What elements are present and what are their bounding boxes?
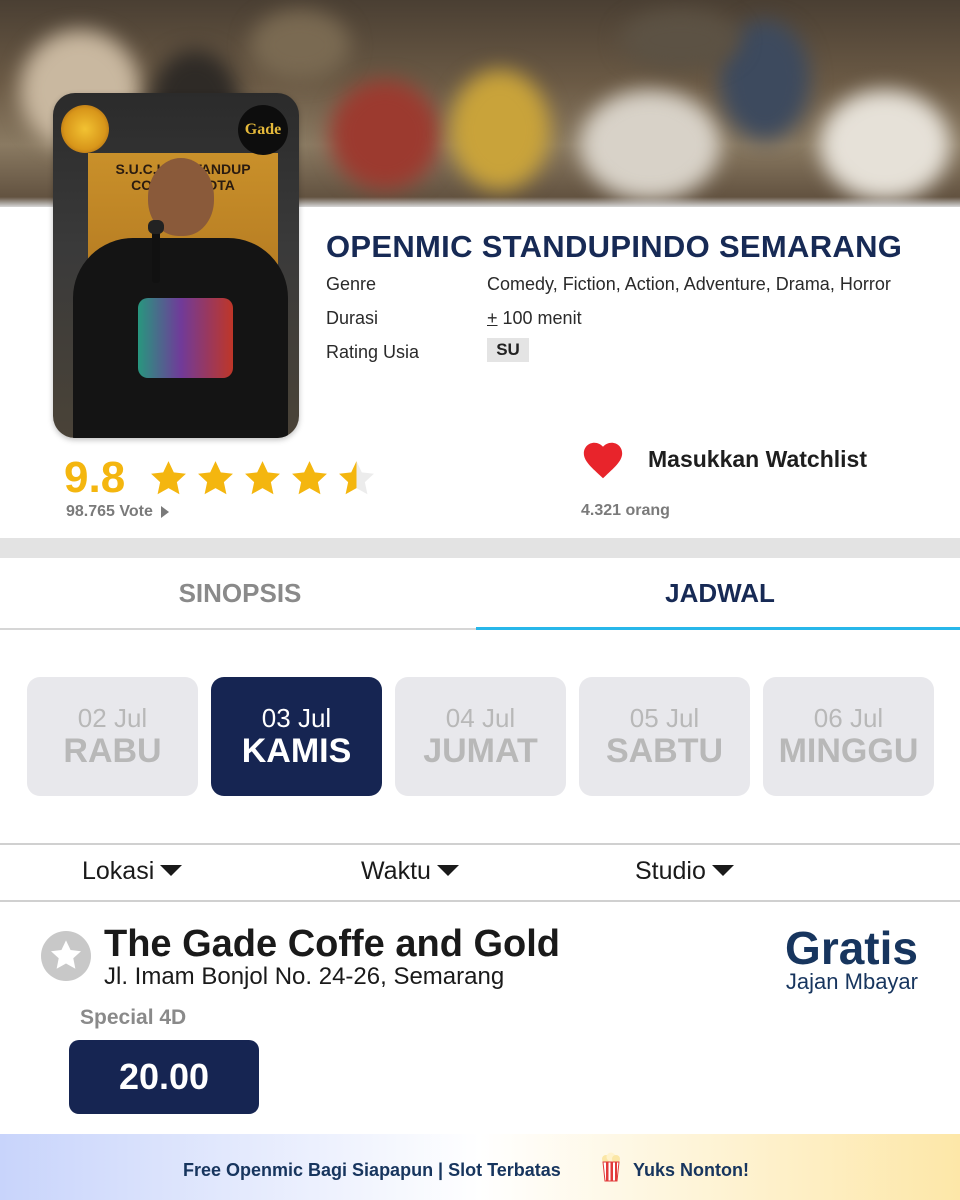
- section-divider: [0, 538, 960, 558]
- half-star-icon: [339, 461, 374, 495]
- duration-value: + 100 menit: [487, 308, 582, 328]
- date-label: 02 Jul: [77, 703, 148, 733]
- star-rating: [148, 458, 377, 499]
- venue-name: The Gade Coffe and Gold: [104, 923, 561, 965]
- chevron-down-icon: [711, 864, 734, 876]
- star-icon: [292, 461, 327, 495]
- location-filter[interactable]: Lokasi: [82, 857, 183, 886]
- date-card-sabtu[interactable]: 05 Jul SABTU: [579, 677, 750, 796]
- watchlist-count: 4.321 orang: [581, 502, 670, 519]
- tab-active-indicator: [476, 627, 960, 630]
- day-label: KAMIS: [241, 732, 352, 770]
- day-label: MINGGU: [778, 732, 919, 770]
- price-label: Gratis: [785, 922, 918, 974]
- time-filter[interactable]: Waktu: [361, 857, 459, 886]
- genre-label: Genre: [326, 274, 377, 294]
- date-label: 05 Jul: [629, 703, 700, 733]
- day-label: RABU: [63, 732, 162, 770]
- gade-logo: Gade: [238, 105, 288, 155]
- filter-divider-top: [0, 843, 960, 845]
- date-label: 06 Jul: [813, 703, 884, 733]
- star-icon: [198, 461, 233, 495]
- caret-right-icon: [160, 505, 169, 518]
- popcorn-icon: [602, 1152, 620, 1182]
- date-label: 03 Jul: [261, 703, 332, 733]
- watchlist-button[interactable]: Masukkan Watchlist: [648, 446, 867, 473]
- score-value: 9.8: [64, 453, 126, 502]
- showtime-button[interactable]: 20.00: [69, 1040, 259, 1114]
- star-icon: [245, 461, 280, 495]
- date-card-minggu[interactable]: 06 Jul MINGGU: [763, 677, 934, 796]
- tab-sinopsis[interactable]: SINOPSIS: [0, 578, 480, 609]
- rating-badge: SU: [487, 338, 529, 362]
- heart-icon[interactable]: [580, 437, 626, 483]
- genre-value: Comedy, Fiction, Action, Adventure, Dram…: [487, 274, 891, 294]
- day-label: JUMAT: [423, 732, 538, 770]
- day-label: SABTU: [605, 732, 724, 770]
- star-icon: [151, 461, 186, 495]
- date-label: 04 Jul: [445, 703, 516, 733]
- duration-plus-minus: +: [487, 308, 498, 328]
- price-note: Jajan Mbayar: [785, 969, 918, 994]
- date-card-jumat[interactable]: 04 Jul JUMAT: [395, 677, 566, 796]
- studio-type: Special 4D: [80, 1006, 187, 1029]
- studio-filter[interactable]: Studio: [635, 857, 734, 886]
- favorite-venue-icon[interactable]: [41, 931, 91, 981]
- vote-count[interactable]: 98.765 Vote: [66, 503, 169, 521]
- duration-label: Durasi: [326, 308, 379, 328]
- date-card-rabu[interactable]: 02 Jul RABU: [27, 677, 198, 796]
- footer-cta[interactable]: Yuks Nonton!: [633, 1160, 749, 1181]
- standupindo-logo: [61, 105, 109, 153]
- date-card-kamis[interactable]: 03 Jul KAMIS: [211, 677, 382, 796]
- filter-divider-bottom: [0, 900, 960, 902]
- event-poster: S.U.C.K.S STANDUP COMEDY KOTA Gade: [53, 93, 299, 438]
- rating-label: Rating Usia: [326, 342, 420, 362]
- event-title: OPENMIC STANDUPINDO SEMARANG: [326, 229, 903, 264]
- venue-address: Jl. Imam Bonjol No. 24-26, Semarang: [104, 963, 505, 990]
- tab-jadwal[interactable]: JADWAL: [480, 578, 960, 609]
- chevron-down-icon: [436, 864, 459, 876]
- footer-text: Free Openmic Bagi Siapapun | Slot Terbat…: [183, 1160, 561, 1180]
- chevron-down-icon: [160, 864, 183, 876]
